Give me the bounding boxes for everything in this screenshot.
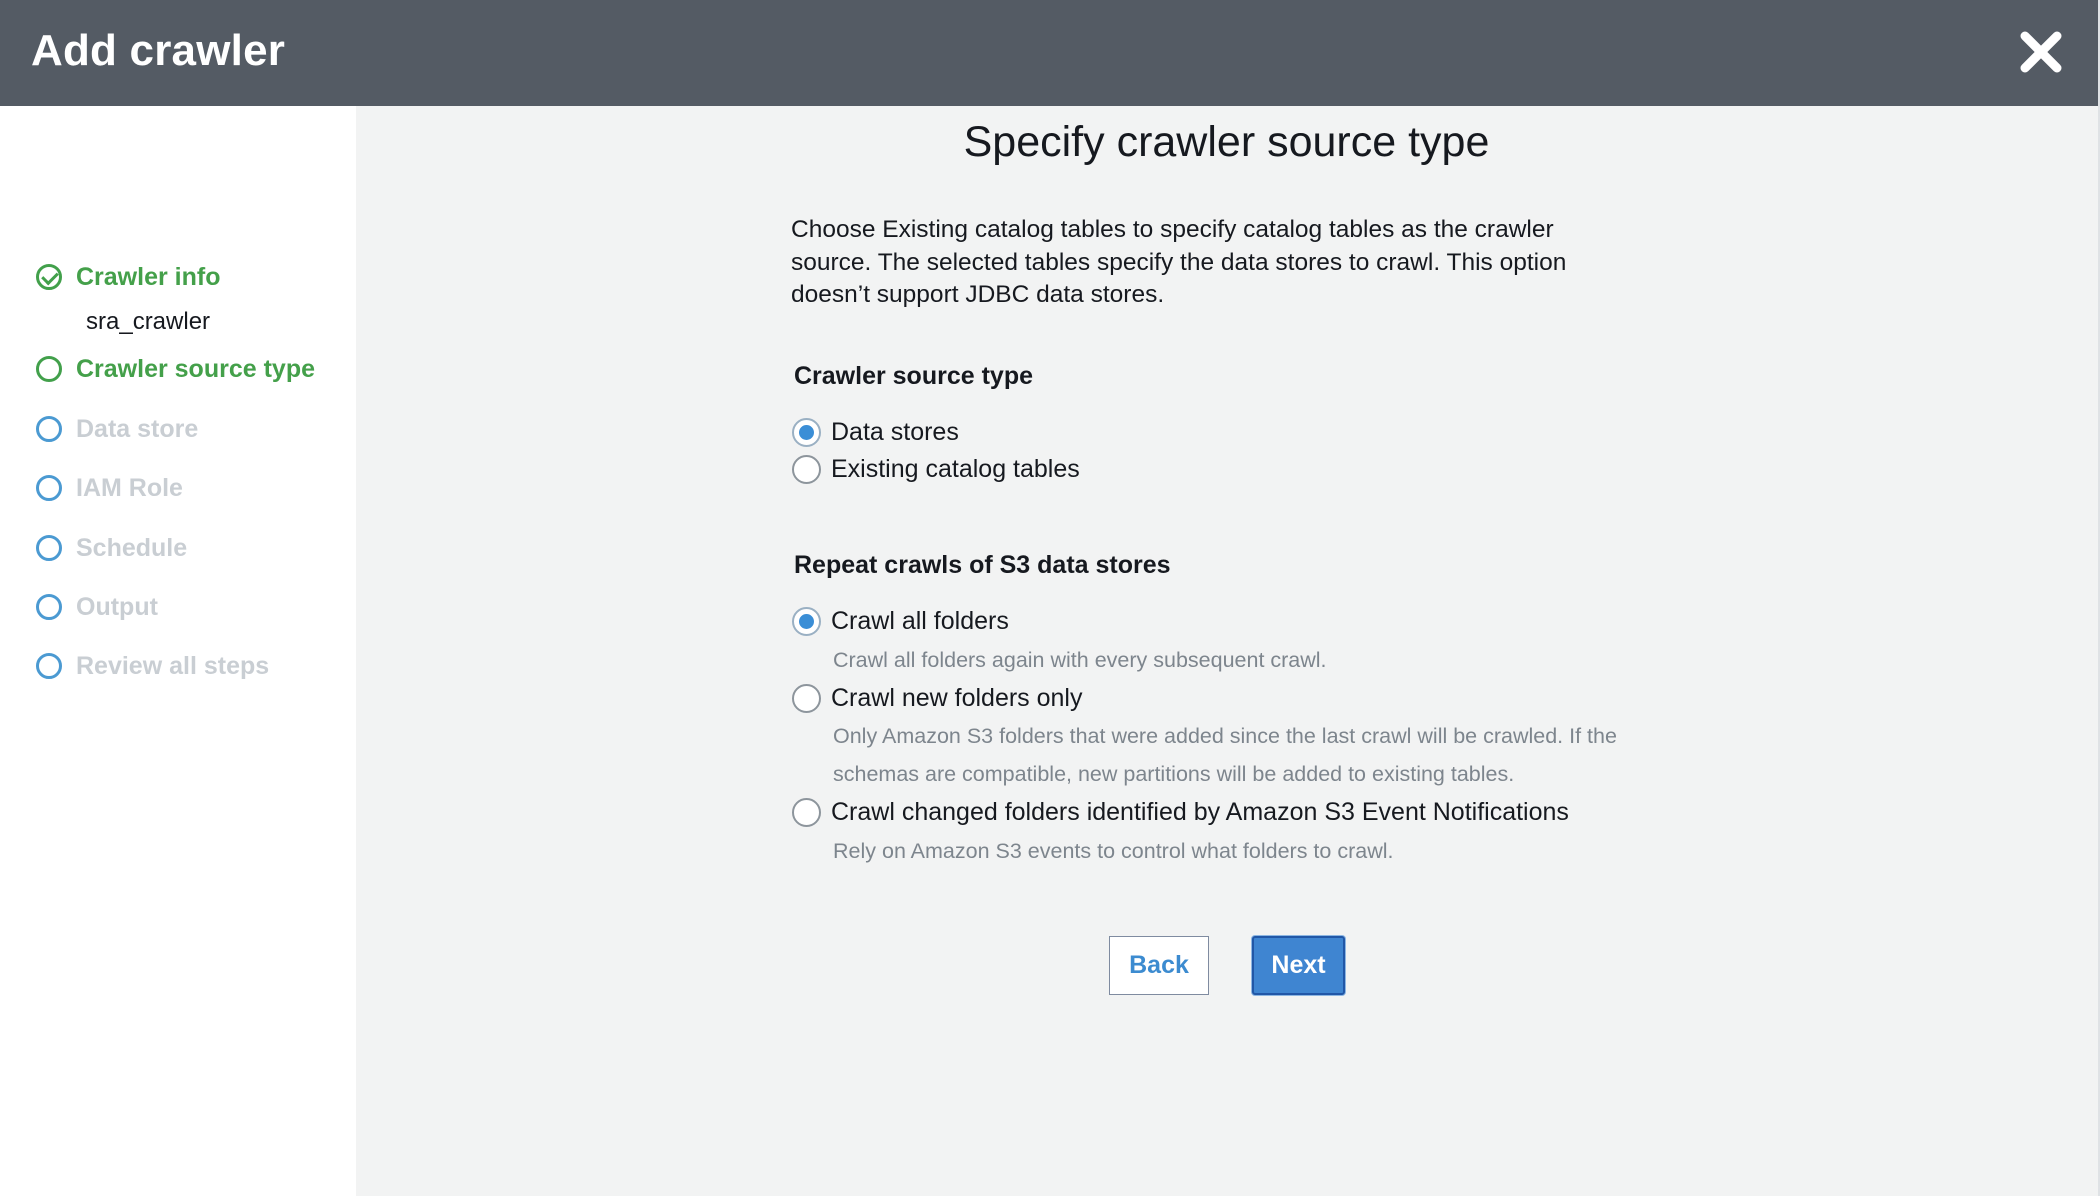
step-circle-icon bbox=[36, 416, 62, 442]
radio-crawl-all-folders[interactable]: Crawl all folders bbox=[792, 605, 1009, 637]
crawl-all-folders-help: Crawl all folders again with every subse… bbox=[833, 648, 1327, 672]
description-line: doesn’t support JDBC data stores. bbox=[791, 281, 1165, 308]
radio-label[interactable]: Data stores bbox=[831, 418, 959, 447]
step-crawler-source-type[interactable]: Crawler source type bbox=[36, 352, 315, 386]
step-label: Crawler source type bbox=[76, 354, 315, 383]
radio-crawl-new-folders-only[interactable]: Crawl new folders only bbox=[792, 682, 1083, 714]
step-circle-icon bbox=[36, 356, 62, 382]
step-circle-icon bbox=[36, 535, 62, 561]
step-iam-role: IAM Role bbox=[36, 471, 183, 505]
radio-label[interactable]: Crawl all folders bbox=[831, 607, 1009, 636]
add-crawler-wizard: Add crawler Crawler info sra_crawler Cra… bbox=[0, 0, 2098, 1196]
back-button[interactable]: Back bbox=[1109, 936, 1209, 995]
step-output: Output bbox=[36, 590, 158, 624]
close-button[interactable] bbox=[2017, 28, 2065, 76]
radio-button[interactable] bbox=[792, 683, 821, 713]
radio-button[interactable] bbox=[792, 797, 821, 827]
repeat-crawls-heading: Repeat crawls of S3 data stores bbox=[794, 551, 1171, 579]
step-circle-icon bbox=[36, 653, 62, 679]
radio-label[interactable]: Existing catalog tables bbox=[831, 455, 1080, 484]
next-button[interactable]: Next bbox=[1252, 936, 1345, 995]
step-label: Output bbox=[76, 592, 158, 621]
help-line: schemas are compatible, new partitions w… bbox=[833, 762, 1515, 786]
wizard-steps-sidebar: Crawler info sra_crawler Crawler source … bbox=[0, 106, 356, 1196]
source-type-heading: Crawler source type bbox=[794, 362, 1033, 390]
close-icon bbox=[2020, 31, 2062, 73]
step-label: IAM Role bbox=[76, 473, 183, 502]
description-line: Choose Existing catalog tables to specif… bbox=[791, 216, 1554, 243]
radio-button[interactable] bbox=[792, 606, 821, 636]
step-data-store: Data store bbox=[36, 412, 198, 446]
step-label: Data store bbox=[76, 414, 199, 443]
check-circle-icon bbox=[36, 264, 62, 290]
step-circle-icon bbox=[36, 594, 62, 620]
description-line: source. The selected tables specify the … bbox=[791, 248, 1567, 276]
crawl-changed-folders-help: Rely on Amazon S3 events to control what… bbox=[833, 839, 1394, 863]
step-circle-icon bbox=[36, 475, 62, 501]
step-crawler-info[interactable]: Crawler info bbox=[36, 260, 220, 294]
step-label: Schedule bbox=[76, 533, 188, 562]
radio-existing-catalog-tables[interactable]: Existing catalog tables bbox=[792, 453, 1080, 485]
radio-button[interactable] bbox=[792, 454, 821, 484]
page-title: Specify crawler source type bbox=[963, 118, 1490, 166]
step-review-all-steps: Review all steps bbox=[36, 649, 269, 683]
page-description: Choose Existing catalog tables to specif… bbox=[791, 214, 1641, 312]
step-label: Review all steps bbox=[76, 651, 270, 680]
wizard-title: Add crawler bbox=[31, 26, 286, 75]
radio-crawl-changed-folders[interactable]: Crawl changed folders identified by Amaz… bbox=[792, 796, 1569, 828]
step-label: Crawler info bbox=[76, 262, 221, 291]
radio-data-stores[interactable]: Data stores bbox=[792, 416, 959, 448]
radio-button[interactable] bbox=[792, 417, 821, 447]
step-schedule: Schedule bbox=[36, 531, 187, 565]
help-line: Only Amazon S3 folders that were added s… bbox=[833, 724, 1617, 748]
crawler-name-value: sra_crawler bbox=[86, 308, 211, 335]
wizard-header: Add crawler bbox=[0, 0, 2098, 106]
crawl-new-folders-help: Only Amazon S3 folders that were added s… bbox=[833, 717, 1617, 793]
radio-label[interactable]: Crawl changed folders identified by Amaz… bbox=[831, 798, 1569, 827]
radio-label[interactable]: Crawl new folders only bbox=[831, 684, 1083, 713]
